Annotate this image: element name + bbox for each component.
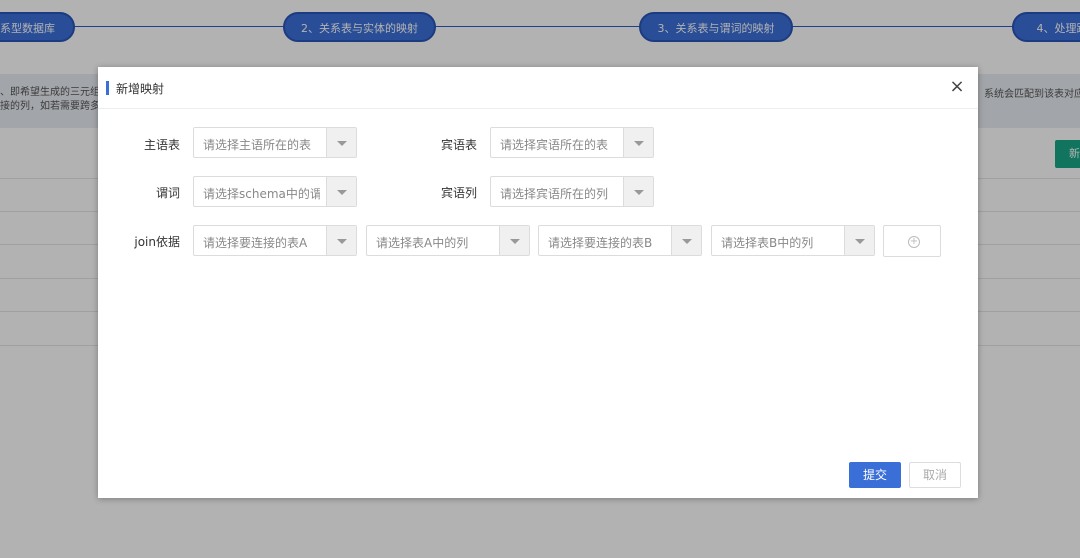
join-column-b-placeholder: 请选择表B中的列 — [721, 236, 814, 250]
object-table-label: 宾语表 — [440, 138, 477, 152]
subject-table-placeholder: 请选择主语所在的表 — [203, 138, 312, 152]
cancel-button[interactable]: 取消 — [909, 462, 961, 488]
chevron-down-icon[interactable] — [671, 226, 701, 255]
plus-circle-icon: + — [908, 236, 920, 248]
predicate-select[interactable]: 请选择schema中的谓词 — [193, 176, 357, 207]
object-column-placeholder: 请选择宾语所在的列 — [500, 187, 609, 201]
close-button[interactable]: × — [947, 78, 967, 98]
subject-table-select[interactable]: 请选择主语所在的表 — [193, 127, 357, 158]
chevron-down-icon[interactable] — [623, 128, 653, 157]
predicate-label: 谓词 — [155, 186, 180, 200]
object-column-select[interactable]: 请选择宾语所在的列 — [490, 176, 654, 207]
dialog-title: 新增映射 — [116, 82, 165, 96]
chevron-down-icon[interactable] — [326, 128, 356, 157]
object-column-label: 宾语列 — [440, 186, 477, 200]
chevron-down-icon[interactable] — [844, 226, 874, 255]
predicate-placeholder: 请选择schema中的谓词 — [203, 187, 320, 201]
chevron-down-icon[interactable] — [326, 177, 356, 206]
object-table-placeholder: 请选择宾语所在的表 — [500, 138, 609, 152]
subject-table-label: 主语表 — [143, 138, 180, 152]
join-column-b-select[interactable]: 请选择表B中的列 — [711, 225, 875, 256]
join-column-a-select[interactable]: 请选择表A中的列 — [366, 225, 530, 256]
join-table-b-placeholder: 请选择要连接的表B — [548, 236, 653, 250]
join-table-a-select[interactable]: 请选择要连接的表A — [193, 225, 357, 256]
join-table-a-placeholder: 请选择要连接的表A — [203, 236, 308, 250]
join-column-a-placeholder: 请选择表A中的列 — [376, 236, 469, 250]
chevron-down-icon[interactable] — [623, 177, 653, 206]
submit-button[interactable]: 提交 — [849, 462, 901, 488]
add-mapping-dialog: 新增映射 × 主语表 请选择主语所在的表 宾语表 请选择宾语所在的表 谓词 请选… — [98, 67, 978, 498]
join-label: join依据 — [134, 235, 180, 249]
title-accent-bar — [106, 81, 109, 95]
object-table-select[interactable]: 请选择宾语所在的表 — [490, 127, 654, 158]
chevron-down-icon[interactable] — [326, 226, 356, 255]
add-join-button[interactable]: + — [883, 225, 941, 257]
chevron-down-icon[interactable] — [499, 226, 529, 255]
dialog-header: 新增映射 × — [98, 67, 978, 109]
join-table-b-select[interactable]: 请选择要连接的表B — [538, 225, 702, 256]
